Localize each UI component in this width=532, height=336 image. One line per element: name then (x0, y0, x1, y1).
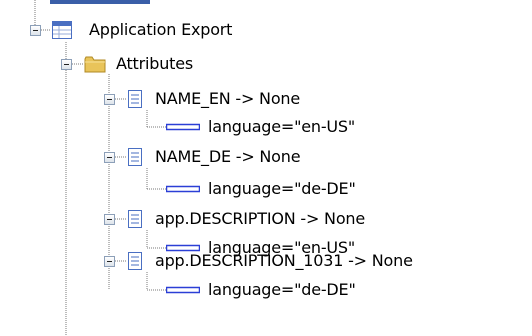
collapse-toggle-application-export[interactable] (30, 25, 41, 36)
attribute-icon (166, 123, 200, 131)
document-icon (128, 90, 142, 108)
tree-node-language-de-de[interactable]: language="de-DE" (166, 175, 356, 203)
document-icon (128, 252, 142, 270)
collapse-toggle-app-description[interactable] (104, 214, 115, 225)
collapse-toggle-name-en[interactable] (104, 94, 115, 105)
node-label: NAME_DE -> None (155, 147, 301, 166)
collapse-toggle-name-de[interactable] (104, 152, 115, 163)
node-label: Attributes (116, 54, 193, 73)
node-label: language="de-DE" (208, 179, 356, 198)
node-label: NAME_EN -> None (155, 89, 301, 108)
node-label: language="en-US" (208, 117, 356, 136)
document-icon (128, 210, 142, 228)
folder-icon (84, 56, 106, 73)
node-label: language="de-DE" (208, 280, 356, 299)
tree-view: Application Export Attributes NAME_EN ->… (0, 0, 532, 336)
document-icon (128, 148, 142, 166)
tree-node-language-de-de[interactable]: language="de-DE" (166, 276, 356, 304)
table-icon (52, 21, 72, 39)
collapse-toggle-app-description-1031[interactable] (104, 256, 115, 267)
tree-node-app-description[interactable]: app.DESCRIPTION -> None (127, 205, 365, 233)
tree-node-app-description-1031[interactable]: app.DESCRIPTION_1031 -> None (127, 247, 413, 275)
tree-node-name-de[interactable]: NAME_DE -> None (127, 143, 301, 171)
node-label: app.DESCRIPTION -> None (155, 209, 365, 228)
tree-node-application-export[interactable]: Application Export (51, 16, 232, 44)
tree-node-language-en-us[interactable]: language="en-US" (166, 113, 355, 141)
tree-node-attributes[interactable]: Attributes (84, 50, 193, 78)
attribute-icon (166, 286, 200, 294)
attribute-icon (166, 185, 200, 193)
node-label: app.DESCRIPTION_1031 -> None (155, 251, 413, 270)
collapse-toggle-attributes[interactable] (61, 59, 72, 70)
node-label: Application Export (89, 20, 233, 39)
tree-node-name-en[interactable]: NAME_EN -> None (127, 85, 300, 113)
